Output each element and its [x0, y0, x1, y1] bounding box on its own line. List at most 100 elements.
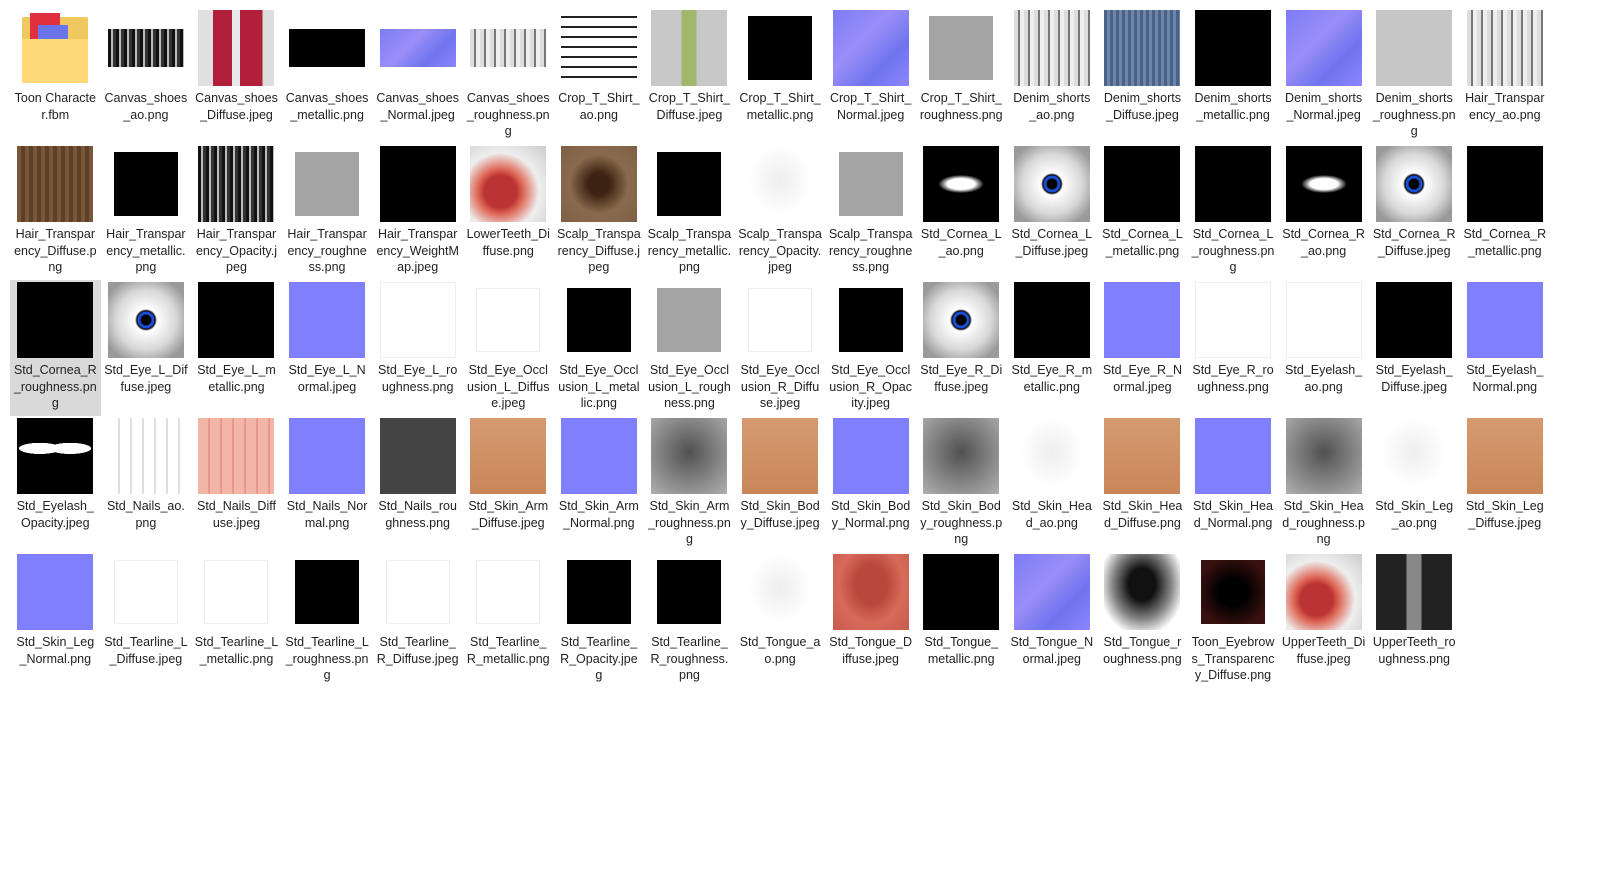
file-thumbnail	[1103, 9, 1181, 87]
file-thumbnail	[560, 281, 638, 359]
file-item[interactable]: Denim_shorts_ao.png	[1007, 8, 1098, 144]
file-name: Canvas_shoes_Normal.jpeg	[376, 91, 460, 122]
file-item[interactable]: Std_Eyelash_Opacity.jpeg	[10, 416, 101, 552]
file-item[interactable]: Std_Eye_L_roughness.png	[372, 280, 463, 416]
file-item[interactable]: Hair_Transparency_roughness.png	[282, 144, 373, 280]
file-item[interactable]: Std_Eye_Occlusion_R_Opacity.jpeg	[825, 280, 916, 416]
file-item[interactable]: Scalp_Transparency_metallic.png	[644, 144, 735, 280]
file-item[interactable]: Std_Tearline_L_roughness.png	[282, 552, 373, 688]
texture-preview	[1195, 282, 1272, 358]
file-item[interactable]: Std_Skin_Leg_Normal.png	[10, 552, 101, 688]
file-item[interactable]: Std_Eye_Occlusion_R_Diffuse.jpeg	[735, 280, 826, 416]
file-name: LowerTeeth_Diffuse.png	[466, 227, 550, 258]
file-item[interactable]: UpperTeeth_roughness.png	[1369, 552, 1460, 688]
file-name: Std_Cornea_L_roughness.png	[1191, 227, 1275, 274]
file-item[interactable]: Crop_T_Shirt_roughness.png	[916, 8, 1007, 144]
file-item[interactable]: Hair_Transparency_ao.png	[1460, 8, 1551, 144]
file-item[interactable]: Std_Skin_Body_Diffuse.jpeg	[735, 416, 826, 552]
file-item[interactable]: Canvas_shoes_ao.png	[101, 8, 192, 144]
folder-item[interactable]: Toon Character.fbm	[10, 8, 101, 144]
file-item[interactable]: Std_Nails_roughness.png	[372, 416, 463, 552]
file-item[interactable]: Std_Tearline_L_metallic.png	[191, 552, 282, 688]
file-item[interactable]: Canvas_shoes_metallic.png	[282, 8, 373, 144]
file-name: Std_Cornea_L_metallic.png	[1102, 227, 1183, 258]
file-item[interactable]: Scalp_Transparency_Opacity.jpeg	[735, 144, 826, 280]
file-item[interactable]: Std_Eye_R_roughness.png	[1188, 280, 1279, 416]
file-item[interactable]: Std_Skin_Body_roughness.png	[916, 416, 1007, 552]
file-item[interactable]: Std_Cornea_R_ao.png	[1278, 144, 1369, 280]
file-name: Std_Skin_Head_roughness.png	[1282, 499, 1365, 546]
file-item[interactable]: Std_Eye_R_metallic.png	[1007, 280, 1098, 416]
file-item[interactable]: Std_Nails_Diffuse.jpeg	[191, 416, 282, 552]
file-item[interactable]: Std_Skin_Head_roughness.png	[1278, 416, 1369, 552]
file-item[interactable]: Canvas_shoes_Diffuse.jpeg	[191, 8, 282, 144]
file-item[interactable]: Denim_shorts_Normal.jpeg	[1278, 8, 1369, 144]
file-item[interactable]: Std_Skin_Head_Normal.png	[1188, 416, 1279, 552]
file-item[interactable]: Std_Eye_L_Normal.jpeg	[282, 280, 373, 416]
file-item[interactable]: Std_Eye_L_Diffuse.jpeg	[101, 280, 192, 416]
file-item[interactable]: Std_Cornea_L_roughness.png	[1188, 144, 1279, 280]
file-item[interactable]: Canvas_shoes_Normal.jpeg	[372, 8, 463, 144]
file-item[interactable]: Denim_shorts_Diffuse.jpeg	[1097, 8, 1188, 144]
file-item[interactable]: Std_Skin_Head_Diffuse.png	[1097, 416, 1188, 552]
file-item[interactable]: Std_Cornea_R_roughness.png	[10, 280, 101, 416]
texture-preview	[1195, 146, 1272, 222]
file-item[interactable]: Std_Tongue_roughness.png	[1097, 552, 1188, 688]
file-item[interactable]: Hair_Transparency_WeightMap.jpeg	[372, 144, 463, 280]
file-item[interactable]: Std_Eyelash_ao.png	[1278, 280, 1369, 416]
file-name: Scalp_Transparency_roughness.png	[828, 227, 913, 274]
file-item[interactable]: Std_Skin_Arm_Normal.png	[554, 416, 645, 552]
file-item[interactable]: Toon_Eyebrows_Transparency_Diffuse.png	[1188, 552, 1279, 688]
file-item[interactable]: Std_Cornea_R_metallic.png	[1460, 144, 1551, 280]
file-item[interactable]: Std_Tearline_R_Opacity.jpeg	[554, 552, 645, 688]
file-item[interactable]: Std_Tongue_Normal.jpeg	[1007, 552, 1098, 688]
file-item[interactable]: Std_Cornea_L_ao.png	[916, 144, 1007, 280]
file-item[interactable]: UpperTeeth_Diffuse.jpeg	[1278, 552, 1369, 688]
file-item[interactable]: Std_Tearline_R_roughness.png	[644, 552, 735, 688]
file-item[interactable]: LowerTeeth_Diffuse.png	[463, 144, 554, 280]
file-item[interactable]: Scalp_Transparency_Diffuse.jpeg	[554, 144, 645, 280]
file-item[interactable]: Std_Cornea_L_metallic.png	[1097, 144, 1188, 280]
file-item[interactable]: Scalp_Transparency_roughness.png	[825, 144, 916, 280]
file-item[interactable]: Crop_T_Shirt_Normal.jpeg	[825, 8, 916, 144]
file-item[interactable]: Denim_shorts_metallic.png	[1188, 8, 1279, 144]
file-item[interactable]: Std_Skin_Arm_Diffuse.jpeg	[463, 416, 554, 552]
file-item[interactable]: Std_Skin_Leg_ao.png	[1369, 416, 1460, 552]
texture-preview	[657, 560, 722, 624]
file-item[interactable]: Crop_T_Shirt_ao.png	[554, 8, 645, 144]
file-item[interactable]: Std_Tongue_ao.png	[735, 552, 826, 688]
file-item[interactable]: Std_Skin_Head_ao.png	[1007, 416, 1098, 552]
file-item[interactable]: Std_Eye_L_metallic.png	[191, 280, 282, 416]
file-item[interactable]: Std_Tearline_R_metallic.png	[463, 552, 554, 688]
file-item[interactable]: Std_Eye_Occlusion_L_metallic.png	[554, 280, 645, 416]
file-item[interactable]: Std_Eye_R_Normal.jpeg	[1097, 280, 1188, 416]
file-item[interactable]: Std_Cornea_L_Diffuse.jpeg	[1007, 144, 1098, 280]
file-name: Toon_Eyebrows_Transparency_Diffuse.png	[1191, 635, 1275, 682]
file-item[interactable]: Std_Nails_ao.png	[101, 416, 192, 552]
file-name: Std_Skin_Body_Diffuse.jpeg	[740, 499, 820, 530]
file-item[interactable]: Std_Eyelash_Diffuse.jpeg	[1369, 280, 1460, 416]
file-item[interactable]: Std_Tongue_metallic.png	[916, 552, 1007, 688]
file-item[interactable]: Denim_shorts_roughness.png	[1369, 8, 1460, 144]
file-item[interactable]: Hair_Transparency_Opacity.jpeg	[191, 144, 282, 280]
file-item[interactable]: Crop_T_Shirt_metallic.png	[735, 8, 826, 144]
file-item[interactable]: Std_Skin_Arm_roughness.png	[644, 416, 735, 552]
file-item[interactable]: Std_Eyelash_Normal.png	[1460, 280, 1551, 416]
file-item[interactable]: Hair_Transparency_metallic.png	[101, 144, 192, 280]
file-item[interactable]: Std_Tongue_Diffuse.jpeg	[825, 552, 916, 688]
file-item[interactable]: Std_Skin_Leg_Diffuse.jpeg	[1460, 416, 1551, 552]
file-item[interactable]: Std_Cornea_R_Diffuse.jpeg	[1369, 144, 1460, 280]
file-item[interactable]: Std_Eye_R_Diffuse.jpeg	[916, 280, 1007, 416]
file-item[interactable]: Crop_T_Shirt_Diffuse.jpeg	[644, 8, 735, 144]
file-item[interactable]: Canvas_shoes_roughness.png	[463, 8, 554, 144]
file-item[interactable]: Std_Nails_Normal.png	[282, 416, 373, 552]
texture-preview	[1285, 418, 1362, 494]
file-name: Std_Skin_Leg_Diffuse.jpeg	[1465, 499, 1544, 530]
file-item[interactable]: Std_Eye_Occlusion_L_Diffuse.jpeg	[463, 280, 554, 416]
file-item[interactable]: Std_Skin_Body_Normal.png	[825, 416, 916, 552]
file-item[interactable]: Std_Tearline_R_Diffuse.jpeg	[372, 552, 463, 688]
file-item[interactable]: Hair_Transparency_Diffuse.png	[10, 144, 101, 280]
file-item[interactable]: Std_Eye_Occlusion_L_roughness.png	[644, 280, 735, 416]
texture-preview	[470, 418, 547, 494]
file-item[interactable]: Std_Tearline_L_Diffuse.jpeg	[101, 552, 192, 688]
